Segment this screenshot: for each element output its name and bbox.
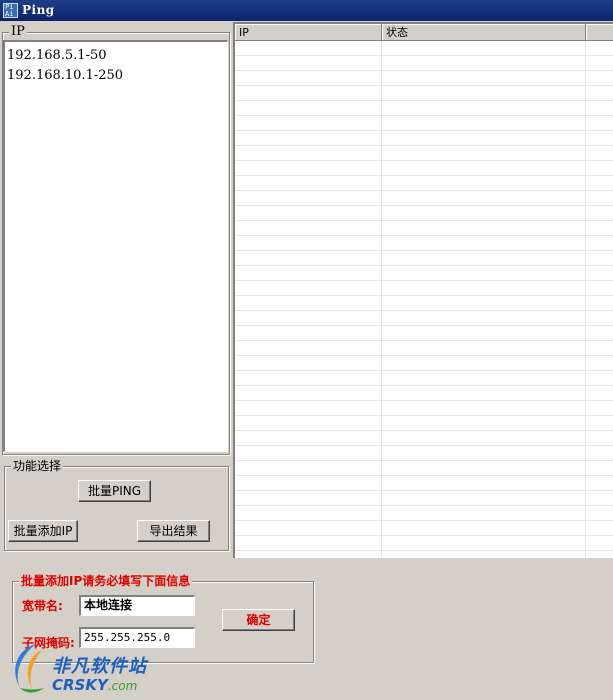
ip-list-textarea[interactable]: 192.168.5.1-50 192.168.10.1-250 — [3, 40, 228, 452]
ip-line: 192.168.10.1-250 — [7, 68, 124, 83]
results-grid[interactable]: IP 状态 — [233, 22, 613, 558]
grid-header: IP 状态 — [235, 24, 613, 41]
app-icon: Pi Ai — [3, 3, 18, 18]
column-header-empty[interactable] — [586, 24, 613, 41]
broadband-label: 宽带名: — [22, 599, 63, 613]
title-bar[interactable]: Pi Ai Ping — [0, 0, 613, 21]
column-header-status[interactable]: 状态 — [382, 24, 586, 41]
grid-column-divider — [381, 41, 382, 558]
broadband-input[interactable]: 本地连接 — [79, 595, 195, 616]
ip-group-legend: IP — [9, 24, 27, 39]
function-group-legend: 功能选择 — [11, 459, 64, 473]
window-title: Ping — [22, 3, 55, 17]
ip-line: 192.168.5.1-50 — [7, 48, 107, 63]
grid-body[interactable] — [235, 41, 613, 558]
batch-add-ip-button[interactable]: 批量添加IP — [8, 520, 78, 542]
watermark-en-text: CRSKY.com — [52, 676, 137, 694]
confirm-button[interactable]: 确定 — [222, 609, 295, 631]
watermark-cn-text: 非凡软件站 — [52, 656, 147, 677]
export-results-button[interactable]: 导出结果 — [137, 520, 210, 542]
column-header-ip[interactable]: IP — [235, 24, 382, 41]
watermark-en-suffix: .com — [107, 679, 138, 693]
watermark-en-main: CRSKY — [52, 676, 108, 694]
crsky-logo-icon — [15, 644, 44, 693]
grid-column-divider — [585, 41, 586, 558]
batch-ping-button[interactable]: 批量PING — [78, 480, 151, 502]
batch-form-legend: 批量添加IP请务必填写下面信息 — [19, 574, 193, 588]
subnet-mask-input[interactable]: 255.255.255.0 — [79, 627, 195, 648]
